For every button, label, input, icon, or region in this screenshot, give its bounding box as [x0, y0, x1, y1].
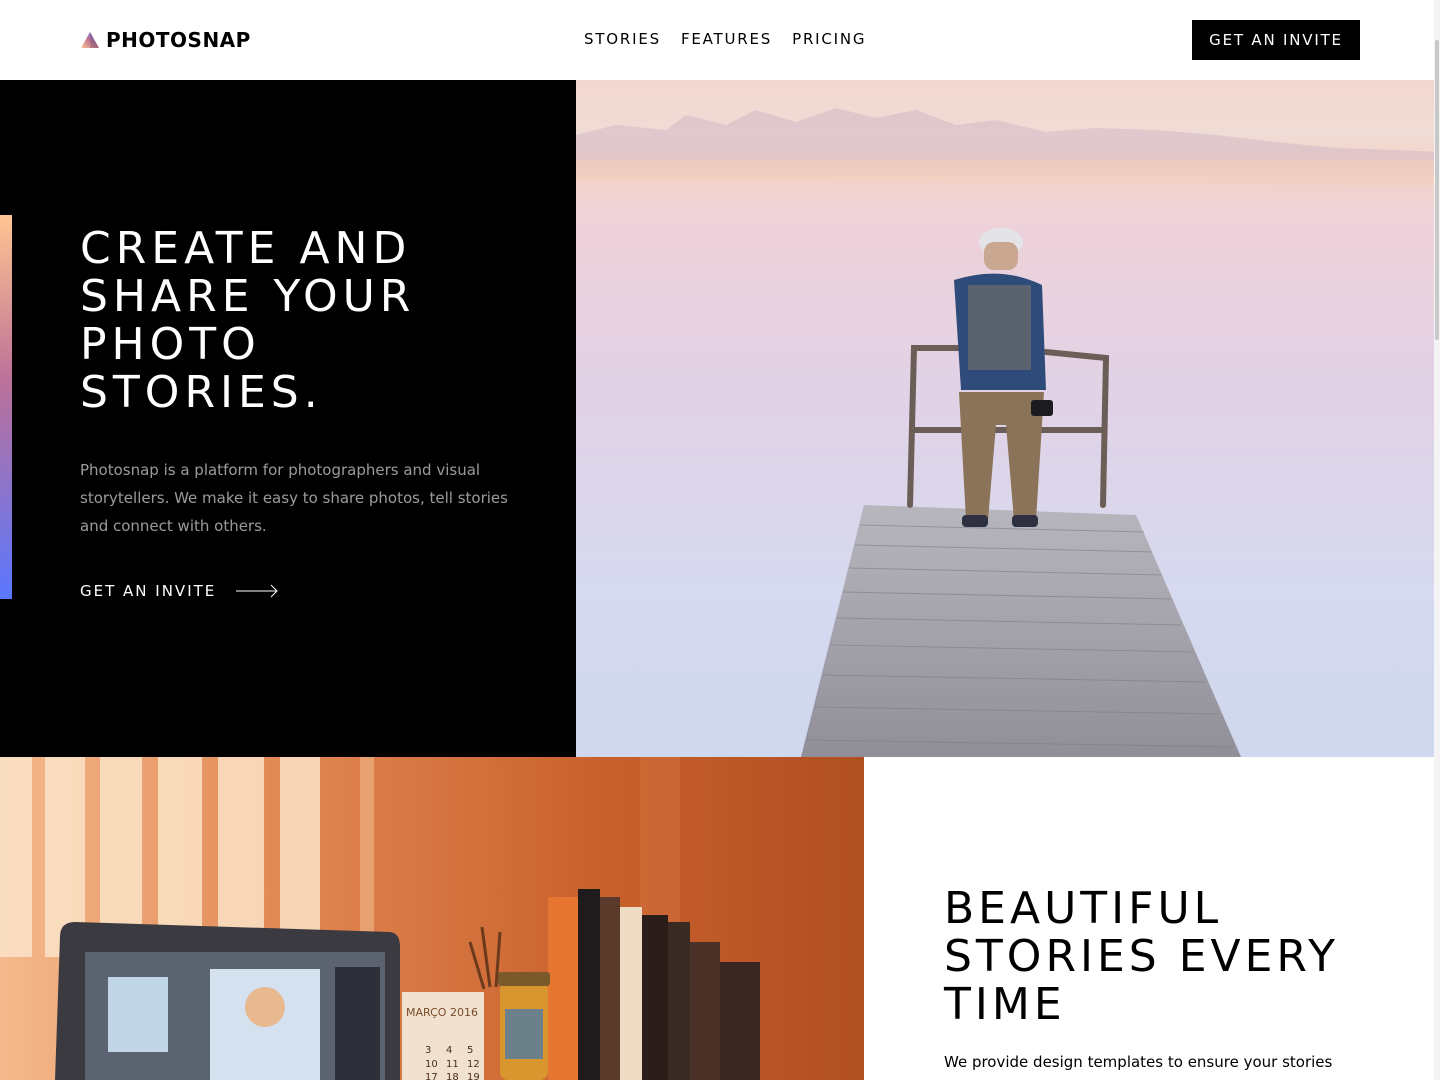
hero-invite-link[interactable]: GET AN INVITE — [80, 582, 279, 600]
nav-stories[interactable]: STORIES — [584, 30, 661, 48]
svg-text:5: 5 — [467, 1045, 473, 1056]
brand-name: PHOTOSNAP — [106, 28, 251, 52]
hero-description: Photosnap is a platform for photographer… — [80, 461, 508, 535]
svg-text:11: 11 — [446, 1059, 459, 1070]
stories-text-panel: BEAUTIFUL STORIES EVERY TIME We provide … — [864, 757, 1440, 1080]
svg-text:3: 3 — [425, 1045, 431, 1056]
page-scrollbar[interactable] — [1434, 0, 1440, 1080]
arrow-right-icon — [236, 584, 278, 598]
section-title: BEAUTIFUL STORIES EVERY TIME — [944, 883, 1340, 1030]
hero-photo-pier — [576, 80, 1440, 757]
svg-text:17: 17 — [425, 1072, 438, 1080]
accent-gradient-bar — [0, 215, 12, 599]
section-description: We provide design templates to ensure yo… — [944, 1053, 1333, 1071]
hero-link-label: GET AN INVITE — [80, 582, 217, 600]
calendar-month: MARÇO 2016 — [406, 1006, 478, 1019]
hero-title: CREATE AND SHARE YOUR PHOTO STORIES. — [80, 223, 416, 418]
logo-triangle-icon — [81, 32, 99, 48]
nav-features[interactable]: FEATURES — [681, 30, 772, 48]
svg-text:10: 10 — [425, 1059, 438, 1070]
main-nav: STORIES FEATURES PRICING — [584, 30, 866, 48]
hero-text-panel: CREATE AND SHARE YOUR PHOTO STORIES. Pho… — [0, 80, 576, 757]
svg-text:18: 18 — [446, 1072, 459, 1080]
svg-text:12: 12 — [467, 1059, 480, 1070]
logo[interactable]: PHOTOSNAP — [80, 28, 251, 52]
scrollbar-thumb[interactable] — [1435, 40, 1439, 340]
svg-text:4: 4 — [446, 1045, 452, 1056]
desk-laptop-photo: MARÇO 2016 3 4 5 10 11 12 17 18 19 — [0, 757, 864, 1080]
svg-text:19: 19 — [467, 1072, 480, 1080]
nav-pricing[interactable]: PRICING — [792, 30, 866, 48]
get-invite-button[interactable]: GET AN INVITE — [1192, 20, 1360, 60]
site-header: PHOTOSNAP STORIES FEATURES PRICING GET A… — [0, 0, 1440, 80]
